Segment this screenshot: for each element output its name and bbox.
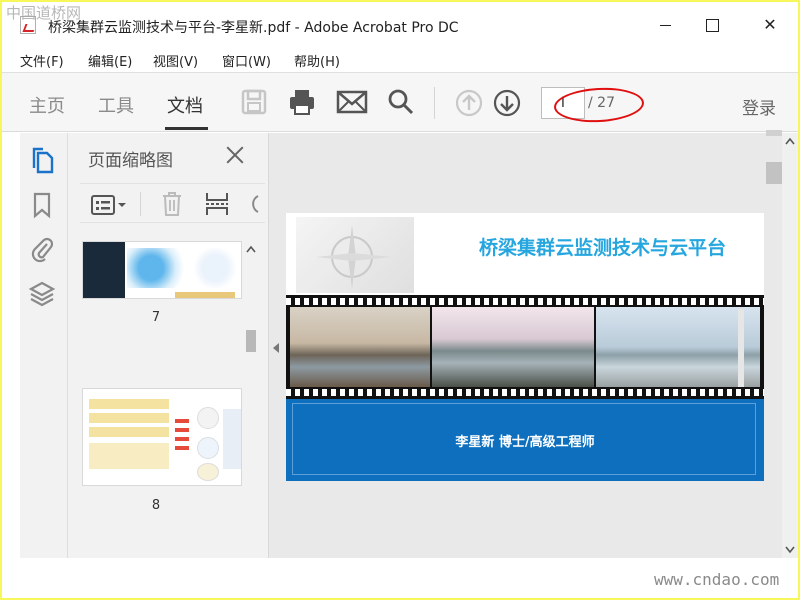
document-scroll-thumb[interactable] — [766, 162, 782, 184]
thumb-dark-screen — [83, 242, 125, 298]
slide-title: 桥梁集群云监测技术与云平台 — [478, 237, 726, 259]
thumb-circle — [197, 407, 219, 429]
film-sprockets-bottom — [286, 389, 764, 396]
thumb-circle — [197, 437, 219, 459]
menu-window[interactable]: 窗口(W) — [222, 51, 271, 70]
menu-help[interactable]: 帮助(H) — [294, 51, 340, 70]
page-up-icon[interactable] — [454, 88, 484, 118]
thumb-block — [89, 443, 169, 469]
bridge-photo-1 — [290, 307, 430, 387]
thumb-arrows — [175, 419, 189, 455]
title-bar: 桥梁集群云监测技术与平台-李星新.pdf - Adobe Acrobat Pro… — [2, 2, 798, 46]
email-icon[interactable] — [336, 89, 368, 115]
extract-icon[interactable] — [204, 190, 230, 218]
thumbnail-page-8[interactable] — [82, 388, 242, 486]
tools-divider — [140, 192, 141, 216]
thumbnail-page-number: 7 — [151, 310, 161, 325]
page-down-icon[interactable] — [492, 88, 522, 118]
slide-header: 桥梁集群云监测技术与云平台 — [286, 213, 764, 295]
thumbnail-scrollbar[interactable] — [244, 241, 258, 558]
document-scrollbar[interactable] — [782, 133, 798, 558]
thumb-cloud-graphic — [127, 248, 187, 288]
scroll-down-icon[interactable] — [785, 546, 795, 554]
close-panel-icon[interactable] — [223, 143, 247, 167]
thumbnail-scroll-thumb[interactable] — [246, 330, 256, 352]
thumbnail-page-number: 8 — [151, 498, 161, 513]
scroll-up-icon[interactable] — [246, 245, 256, 253]
minimize-icon[interactable] — [644, 12, 688, 38]
panel-toolbar — [80, 183, 265, 223]
bookmarks-icon[interactable] — [30, 191, 54, 219]
thumb-network-graphic — [191, 248, 239, 288]
search-icon[interactable] — [387, 88, 415, 116]
film-sprockets-top — [286, 298, 764, 305]
panel-title: 页面缩略图 — [88, 151, 173, 171]
layers-icon[interactable] — [28, 279, 56, 309]
pdf-slide: 桥梁集群云监测技术与云平台 李星新 博士/高级工程师 — [286, 213, 764, 481]
options-menu-icon[interactable] — [90, 194, 130, 216]
menu-edit[interactable]: 编辑(E) — [88, 51, 132, 70]
tab-tools[interactable]: 工具 — [98, 92, 134, 118]
thumb-row — [89, 413, 169, 423]
page-thumbnails-panel: 页面缩略图 7 8 — [68, 133, 269, 558]
menu-bar: 文件(F) 编辑(E) 视图(V) 窗口(W) 帮助(H) — [2, 46, 798, 72]
watermark-top: 中国道桥网 — [6, 4, 82, 22]
maximize-icon[interactable] — [690, 12, 734, 38]
save-icon[interactable] — [240, 88, 268, 116]
toolbar-separator — [434, 87, 435, 119]
delete-icon[interactable] — [160, 190, 184, 218]
menu-view[interactable]: 视图(V) — [153, 51, 198, 70]
window-title: 桥梁集群云监测技术与平台-李星新.pdf - Adobe Acrobat Pro… — [48, 20, 459, 36]
menu-file[interactable]: 文件(F) — [20, 51, 64, 70]
acrobat-window: 桥梁集群云监测技术与平台-李星新.pdf - Adobe Acrobat Pro… — [2, 2, 798, 598]
cable-tower — [738, 309, 744, 387]
page-thumbnails-icon[interactable] — [30, 147, 56, 175]
watermark-bottom: www.cndao.com — [654, 570, 780, 589]
close-icon[interactable]: ✕ — [748, 12, 792, 38]
slide-author: 李星新 博士/高级工程师 — [455, 435, 595, 450]
navigation-rail — [20, 133, 68, 558]
print-icon[interactable] — [287, 87, 317, 117]
thumbnail-list: 7 8 — [68, 241, 244, 558]
login-button[interactable]: 登录 — [742, 94, 776, 119]
rotate-icon[interactable] — [246, 192, 260, 216]
document-scroll-top — [766, 130, 782, 136]
thumb-row — [89, 427, 169, 437]
toolbar: 主页 工具 文档 I / 27 登录 — [2, 72, 798, 132]
slide-footer: 李星新 博士/高级工程师 — [286, 399, 764, 481]
active-tab-indicator — [165, 127, 208, 130]
tab-document[interactable]: 文档 — [167, 92, 203, 118]
thumb-side-images — [223, 409, 241, 469]
collapse-left-icon[interactable] — [273, 343, 279, 353]
thumb-row — [89, 399, 169, 409]
attachments-icon[interactable] — [30, 235, 54, 263]
tab-home[interactable]: 主页 — [29, 92, 65, 118]
bridge-photo-3 — [596, 307, 760, 387]
thumbnail-page-7[interactable] — [82, 241, 242, 299]
scroll-up-icon[interactable] — [785, 137, 795, 145]
thumb-caption-bar — [175, 292, 235, 298]
thumb-circle — [197, 463, 219, 481]
film-strip — [286, 295, 764, 399]
bridge-photo-2 — [432, 307, 594, 387]
